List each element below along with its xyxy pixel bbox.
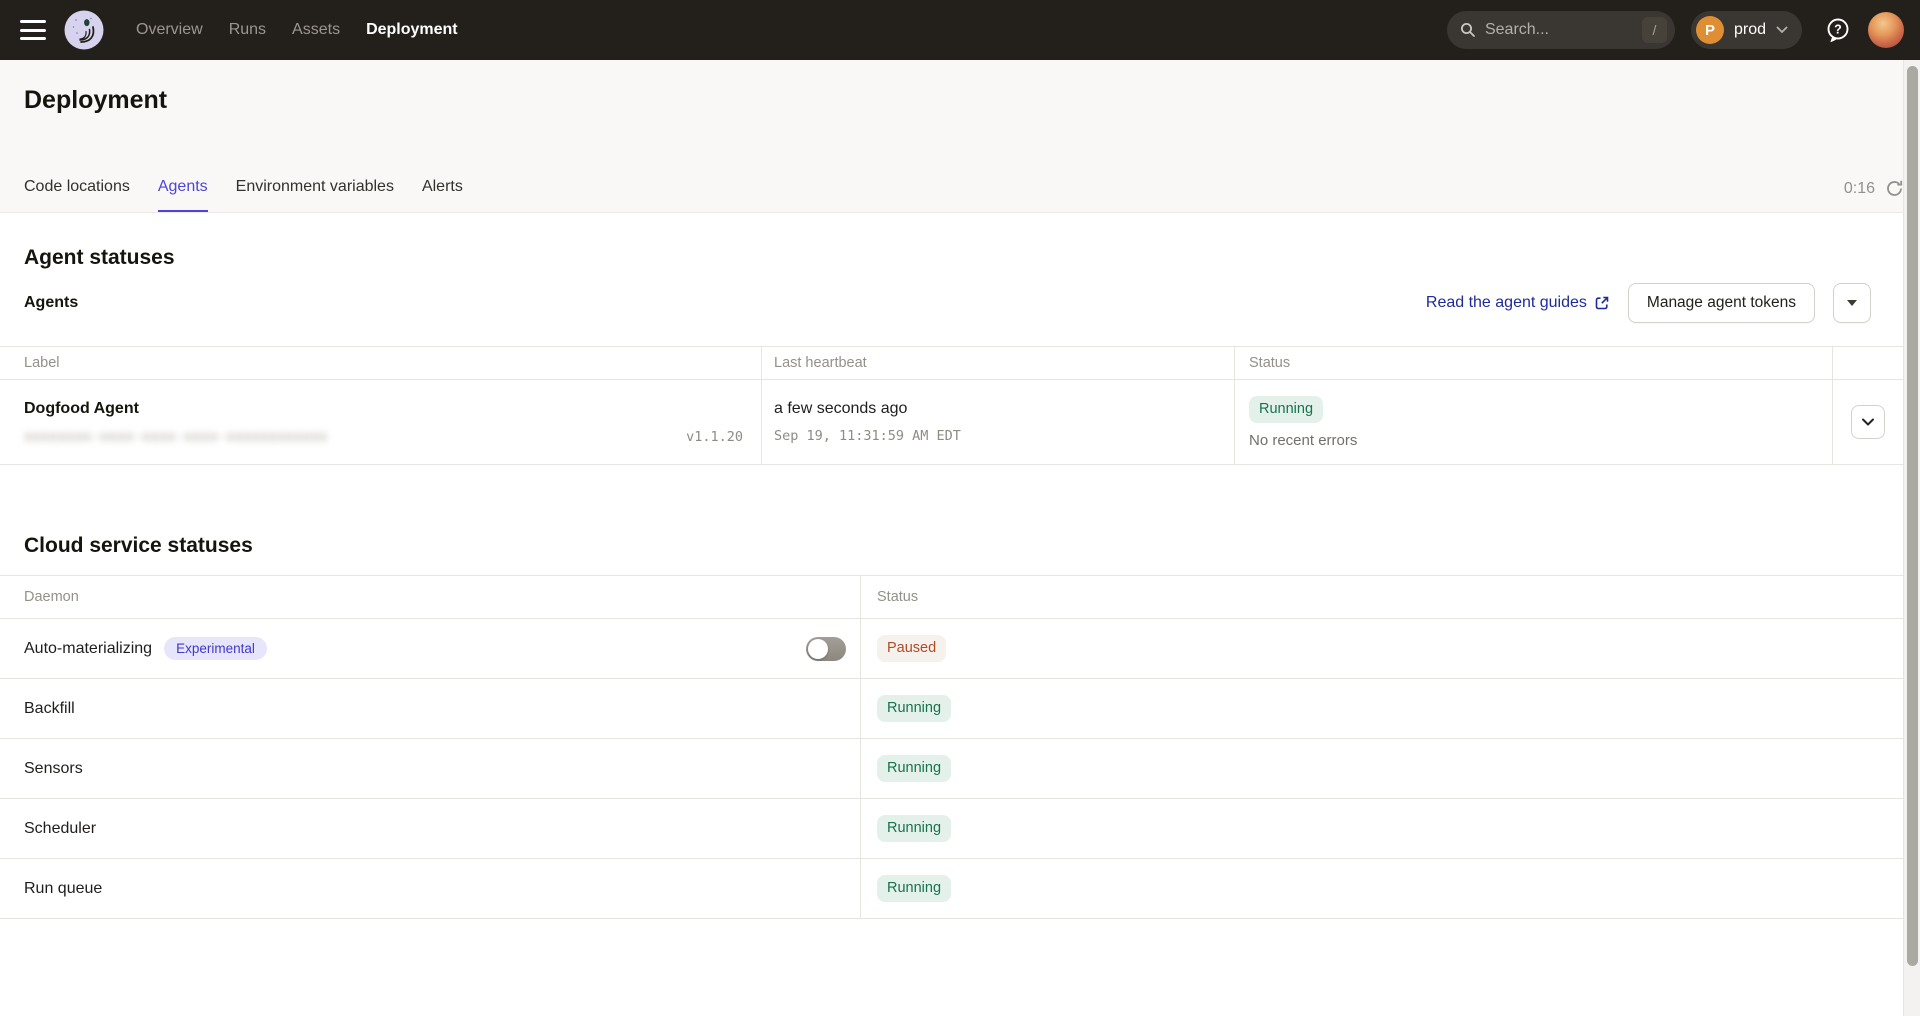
daemon-name: Run queue [24,880,102,898]
daemon-name: Backfill [24,700,75,718]
caret-down-icon [1847,300,1857,306]
column-header-daemon: Daemon [0,576,861,618]
search-shortcut-key: / [1642,17,1667,43]
tab-alerts[interactable]: Alerts [422,168,463,212]
tab-environment-variables[interactable]: Environment variables [236,168,394,212]
nav-item-assets[interactable]: Assets [292,21,340,39]
daemon-row-scheduler: Scheduler Running [0,799,1903,859]
cloud-table-header: Daemon Status [0,576,1903,619]
agent-guides-link[interactable]: Read the agent guides [1426,294,1610,312]
daemon-name: Auto-materializing [24,640,152,658]
daemon-name: Sensors [24,760,83,778]
page-title: Deployment [24,86,1920,115]
experimental-badge: Experimental [164,637,267,660]
agent-errors-text: No recent errors [1249,432,1357,449]
page-header: Deployment Code locations Agents Environ… [0,60,1920,213]
deployment-name: prod [1734,21,1766,39]
status-badge: Running [877,875,951,902]
manage-agent-tokens-button[interactable]: Manage agent tokens [1628,283,1815,323]
agents-table-header: Label Last heartbeat Status [0,347,1903,380]
agent-row: Dogfood Agent xxxxxxxx-xxxx-xxxx-xxxx-xx… [0,380,1903,465]
refresh-icon[interactable] [1885,179,1904,198]
user-avatar[interactable] [1868,12,1904,48]
search-box[interactable]: / [1447,11,1675,49]
nav-item-runs[interactable]: Runs [229,21,266,39]
agents-table: Label Last heartbeat Status Dogfood Agen… [0,346,1903,465]
agent-version: v1.1.20 [686,429,743,445]
agents-subheading: Agents [24,294,78,312]
external-link-icon [1594,295,1610,311]
status-badge: Running [877,755,951,782]
scrollbar-thumb[interactable] [1907,66,1918,966]
agent-id-blurred: xxxxxxxx-xxxx-xxxx-xxxx-xxxxxxxxxxxx [24,429,327,445]
status-badge: Paused [877,635,946,662]
tab-agents[interactable]: Agents [158,168,208,212]
status-badge: Running [877,695,951,722]
daemon-row-sensors: Sensors Running [0,739,1903,799]
agent-guides-link-label: Read the agent guides [1426,294,1587,312]
vertical-scrollbar[interactable] [1903,60,1920,1016]
agent-tokens-dropdown-button[interactable] [1833,283,1871,323]
agents-controls-row: Agents Read the agent guides Manage agen… [0,283,1903,323]
column-header-label: Label [0,347,762,379]
heartbeat-relative: a few seconds ago [774,400,907,418]
tab-code-locations[interactable]: Code locations [24,168,130,212]
refresh-countdown: 0:16 [1844,180,1875,198]
column-header-status: Status [1235,347,1833,379]
svg-text:?: ? [1834,22,1842,36]
daemon-row-auto-materializing: Auto-materializing Experimental Paused [0,619,1903,679]
heartbeat-timestamp: Sep 19, 11:31:59 AM EDT [774,428,961,444]
chevron-down-icon [1861,418,1875,427]
cloud-services-table: Daemon Status Auto-materializing Experim… [0,575,1903,919]
deployment-switcher[interactable]: P prod [1691,11,1802,49]
status-badge: Running [877,815,951,842]
column-header-status: Status [861,576,1903,618]
main-content: Agent statuses Agents Read the agent gui… [0,245,1903,919]
agent-name: Dogfood Agent [24,400,139,418]
column-header-actions [1833,347,1903,379]
agent-statuses-heading: Agent statuses [24,245,1903,271]
agent-status-badge: Running [1249,396,1323,423]
cloud-service-statuses-heading: Cloud service statuses [24,533,1903,559]
column-header-last-heartbeat: Last heartbeat [762,347,1235,379]
primary-nav: Overview Runs Assets Deployment [136,21,458,39]
nav-item-deployment[interactable]: Deployment [366,21,458,39]
hamburger-menu-icon[interactable] [20,20,46,40]
daemon-row-run-queue: Run queue Running [0,859,1903,919]
nav-item-overview[interactable]: Overview [136,21,203,39]
top-navbar: Overview Runs Assets Deployment / P prod… [0,0,1920,60]
search-icon [1459,21,1477,39]
daemon-name: Scheduler [24,820,96,838]
help-icon[interactable]: ? [1824,16,1852,44]
auto-materializing-toggle[interactable] [806,637,846,661]
chevron-down-icon [1776,26,1788,34]
deployment-avatar: P [1696,16,1724,44]
tab-bar: Code locations Agents Environment variab… [0,168,1920,212]
dagster-logo[interactable] [64,10,104,50]
search-input[interactable] [1485,21,1642,39]
daemon-row-backfill: Backfill Running [0,679,1903,739]
agent-row-expand-button[interactable] [1851,405,1885,439]
